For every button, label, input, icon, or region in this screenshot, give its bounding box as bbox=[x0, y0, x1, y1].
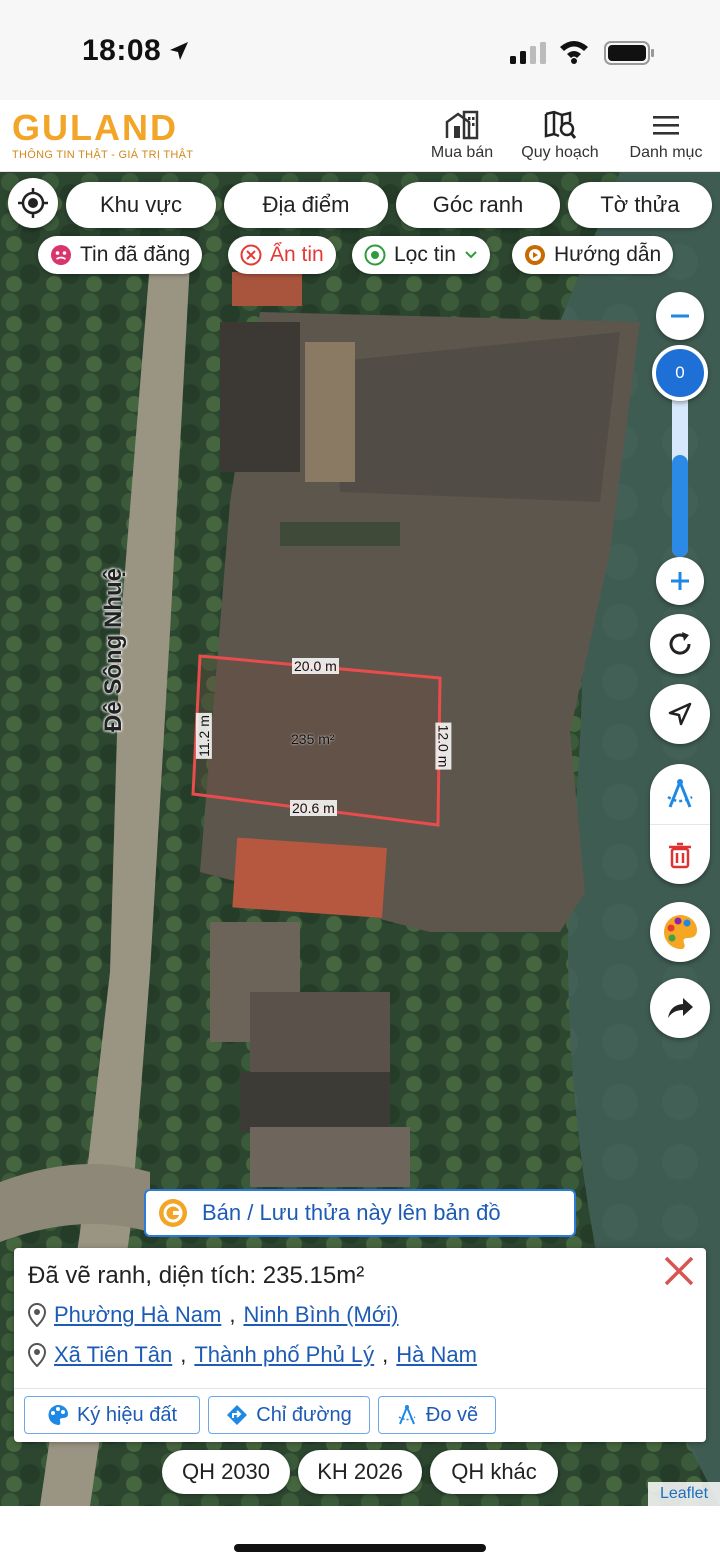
save-parcel-button[interactable]: Bán / Lưu thửa này lên bản đồ bbox=[144, 1189, 576, 1237]
road-label: Đê Sông Nhuệ bbox=[100, 567, 127, 732]
draw-measure-button[interactable] bbox=[650, 764, 710, 824]
parcel-dim-right: 12.0 m bbox=[435, 722, 452, 770]
parcel-dim-bottom: 20.6 m bbox=[290, 800, 337, 816]
refresh-icon bbox=[669, 632, 691, 655]
map-search-icon bbox=[544, 110, 577, 139]
cellular-signal-icon bbox=[510, 42, 546, 64]
filter-huong-dan[interactable]: Hướng dẫn bbox=[512, 236, 674, 274]
measure-button[interactable]: Đo vẽ bbox=[378, 1396, 496, 1434]
nav-danh-muc[interactable]: Danh mục bbox=[616, 110, 716, 162]
locate-me-button[interactable] bbox=[8, 178, 58, 228]
emoji-icon bbox=[51, 245, 71, 265]
leaflet-attribution[interactable]: Leaflet bbox=[648, 1482, 720, 1506]
qh-2030-button[interactable]: QH 2030 bbox=[162, 1450, 290, 1494]
filter-to-thua[interactable]: Tờ thửa bbox=[568, 182, 712, 228]
wifi-icon bbox=[560, 41, 588, 64]
city-link[interactable]: Thành phố Phủ Lý bbox=[194, 1342, 374, 1368]
compass-draw-icon bbox=[667, 779, 693, 808]
directions-icon bbox=[227, 1405, 248, 1425]
map-style-button[interactable] bbox=[650, 902, 710, 962]
filter-loc-tin[interactable]: Lọc tin bbox=[352, 236, 490, 274]
palette-icon bbox=[663, 915, 697, 950]
hamburger-menu-icon bbox=[653, 116, 679, 135]
filter-tin-da-dang[interactable]: Tin đã đăng bbox=[38, 236, 203, 274]
kh-2026-button[interactable]: KH 2026 bbox=[298, 1450, 422, 1494]
location-pin-icon bbox=[28, 1343, 46, 1367]
guland-logo[interactable]: GULAND THÔNG TIN THẬT - GIÁ TRỊ THẬT bbox=[12, 107, 194, 162]
address-new: Phường Hà Nam, Ninh Bình (Mới) bbox=[28, 1302, 399, 1328]
home-indicator[interactable] bbox=[234, 1544, 486, 1552]
nav-mua-ban[interactable]: Mua bán bbox=[412, 110, 512, 162]
status-bar: 18:08 bbox=[0, 0, 720, 100]
action-label: Đo vẽ bbox=[425, 1403, 479, 1426]
address-old: Xã Tiên Tân, Thành phố Phủ Lý, Hà Nam bbox=[28, 1342, 477, 1368]
location-arrow-icon bbox=[170, 42, 188, 60]
ward-link[interactable]: Phường Hà Nam bbox=[54, 1302, 221, 1328]
old-province-link[interactable]: Hà Nam bbox=[396, 1342, 477, 1368]
divider bbox=[14, 1388, 706, 1389]
zoom-value: 0 bbox=[675, 363, 685, 382]
brand-name: GULAND bbox=[12, 107, 178, 148]
province-link[interactable]: Ninh Bình (Mới) bbox=[243, 1302, 398, 1328]
parcel-dim-top: 20.0 m bbox=[292, 658, 339, 674]
zoom-slider-fill bbox=[672, 455, 688, 557]
refresh-button[interactable] bbox=[650, 614, 710, 674]
filter-an-tin[interactable]: Ẩn tin bbox=[228, 236, 336, 274]
app-header: GULAND THÔNG TIN THẬT - GIÁ TRỊ THẬT Mua… bbox=[0, 100, 720, 172]
share-button[interactable] bbox=[650, 978, 710, 1038]
parcel-info-panel: Đã vẽ ranh, diện tích: 235.15m² Phường H… bbox=[14, 1248, 706, 1442]
guland-coin-icon bbox=[159, 1199, 187, 1227]
delete-drawing-button[interactable] bbox=[650, 824, 710, 884]
zoom-out-button[interactable] bbox=[656, 292, 704, 340]
battery-icon bbox=[604, 41, 654, 65]
filter-label: Ẩn tin bbox=[270, 243, 324, 266]
filter-label: Lọc tin bbox=[394, 243, 456, 266]
nav-label: Quy hoạch bbox=[521, 144, 599, 161]
nav-label: Mua bán bbox=[430, 144, 494, 161]
filter-label: Hướng dẫn bbox=[554, 243, 662, 266]
filter-label: Tin đã đăng bbox=[80, 243, 191, 266]
play-circle-icon bbox=[525, 245, 545, 265]
minus-icon bbox=[671, 314, 689, 318]
save-parcel-label: Bán / Lưu thửa này lên bản đồ bbox=[202, 1200, 501, 1225]
parcel-dim-left: 11.2 m bbox=[195, 713, 212, 759]
status-time: 18:08 bbox=[82, 34, 162, 67]
home-indicator-area bbox=[0, 1506, 720, 1564]
building-icon bbox=[445, 110, 479, 140]
brand-tagline: THÔNG TIN THẬT - GIÁ TRỊ THẬT bbox=[12, 149, 194, 161]
nav-label: Danh mục bbox=[629, 144, 703, 161]
directions-button[interactable]: Chỉ đường bbox=[208, 1396, 370, 1434]
parcel-area: 235 m² bbox=[291, 731, 335, 747]
location-pin-icon bbox=[28, 1303, 46, 1327]
trash-icon bbox=[669, 842, 691, 868]
draw-tool-group bbox=[650, 764, 710, 884]
qh-khac-button[interactable]: QH khác bbox=[430, 1450, 558, 1494]
action-label: Chỉ đường bbox=[256, 1403, 352, 1426]
commune-link[interactable]: Xã Tiên Tân bbox=[54, 1342, 172, 1368]
share-arrow-icon bbox=[668, 998, 693, 1018]
filter-dia-diem[interactable]: Địa điểm bbox=[224, 182, 388, 228]
nav-quy-hoach[interactable]: Quy hoạch bbox=[510, 110, 610, 162]
zoom-slider-track[interactable] bbox=[672, 387, 688, 557]
navigation-arrow-icon bbox=[668, 702, 692, 726]
close-circle-icon bbox=[240, 244, 262, 266]
parcel-area-title: Đã vẽ ranh, diện tích: 235.15m² bbox=[28, 1262, 365, 1289]
crosshair-icon bbox=[18, 188, 48, 218]
location-pin-icon bbox=[364, 244, 386, 266]
palette-icon bbox=[48, 1405, 68, 1426]
filter-goc-ranh[interactable]: Góc ranh bbox=[396, 182, 560, 228]
navigate-button[interactable] bbox=[650, 684, 710, 744]
zoom-slider-handle[interactable]: 0 bbox=[652, 345, 708, 401]
close-icon[interactable] bbox=[660, 1252, 698, 1290]
chevron-down-icon bbox=[465, 251, 477, 259]
action-label: Ký hiệu đất bbox=[76, 1403, 178, 1426]
filter-khu-vuc[interactable]: Khu vực bbox=[66, 182, 216, 228]
plus-icon bbox=[671, 572, 689, 590]
land-symbol-button[interactable]: Ký hiệu đất bbox=[24, 1396, 200, 1434]
zoom-in-button[interactable] bbox=[656, 557, 704, 605]
compass-draw-icon bbox=[398, 1405, 416, 1425]
